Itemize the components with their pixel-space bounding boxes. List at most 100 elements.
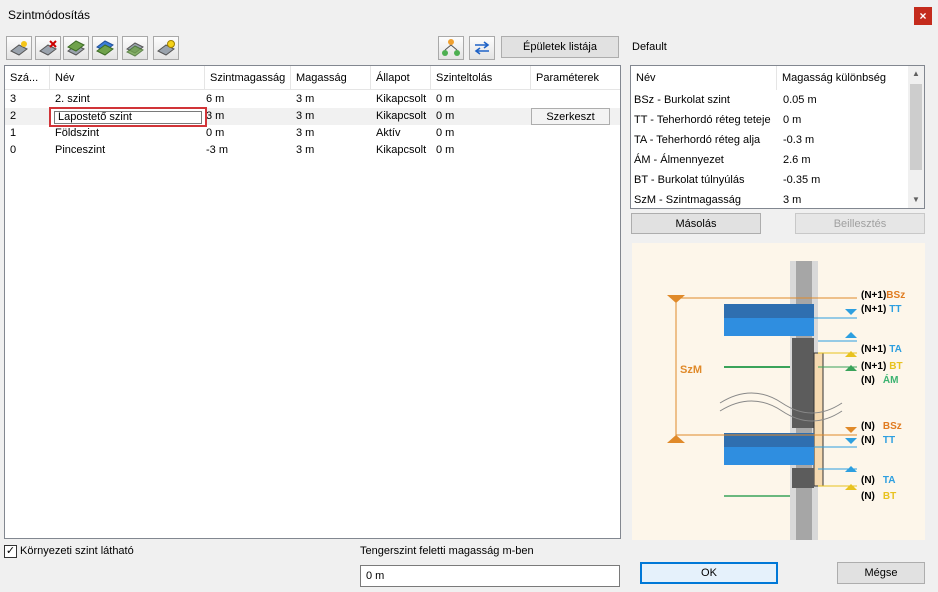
col-height[interactable]: Magasság [291,66,371,90]
lower-slab-shape [724,447,814,465]
name-edit-input[interactable]: Lapostető szint [54,111,202,124]
diagram-code: TT [889,304,901,315]
col-offset[interactable]: Szinteltolás [431,66,531,90]
cell-offset: 0 m [436,110,455,122]
table-row[interactable]: 0 Pinceszint -3 m 3 m Kikapcsolt 0 m [5,142,620,159]
insert-level-below-button[interactable] [92,36,118,60]
paste-button: Beillesztés [795,213,925,234]
prop-value: -0.35 m [783,174,821,186]
levels-grid: Szá... Név Szintmagasság Magasság Állapo… [4,65,621,539]
edit-level-icon [126,42,144,57]
cell-level-height: -3 m [206,144,228,156]
properties-scrollbar[interactable]: ▲ ▼ [908,66,924,208]
upper-slab-shape [724,318,814,336]
ok-button[interactable]: OK [640,562,778,584]
list-item[interactable]: BT - Burkolat túlnyúlás -0.35 m [631,170,909,190]
svg-text:(N+1)BSz: (N+1)BSz [861,290,905,301]
cell-state: Kikapcsolt [376,144,427,156]
list-item[interactable]: ÁM - Álmennyezet 2.6 m [631,150,909,170]
marker-icon [845,332,857,338]
edit-parameters-button[interactable]: Szerkeszt [531,108,610,125]
col-prop-name[interactable]: Név [631,66,777,90]
delete-level-button[interactable] [35,36,61,60]
diagram-prefix: (N) [861,421,875,432]
svg-text:(N+1)TT: (N+1) TT [861,304,902,315]
cell-number: 1 [10,127,17,139]
buildings-list-button[interactable]: Épületek listája [501,36,619,58]
height-top-marker [667,295,685,303]
close-button[interactable]: × [914,7,932,25]
copy-button[interactable]: Másolás [631,213,761,234]
scroll-thumb[interactable] [910,84,922,170]
diagram-prefix: (N+1) [861,290,886,301]
cell-level-height: 0 m [206,127,225,139]
col-name[interactable]: Név [50,66,205,90]
cell-offset: 0 m [436,127,455,139]
properties-grid: Név Magasság különbség BSz - Burkolat sz… [630,65,925,209]
upper-beam-shape [792,338,814,428]
level-diagram-svg: SzM (N+1)BSz (N+1) TT (N+1) TA (N+1) BT (N)… [667,261,905,543]
profile-name: Default [632,41,667,53]
prop-name: TA - Teherhordó réteg alja [634,134,761,146]
marker-icon [845,309,857,315]
col-number[interactable]: Szá... [5,66,50,90]
col-level-height[interactable]: Szintmagasság [205,66,291,90]
hierarchy-button[interactable] [438,36,464,60]
cancel-button[interactable]: Mégse [837,562,925,584]
svg-text:(N)TA: (N) TA [861,475,895,486]
insert-level-below-icon [96,40,114,56]
table-row[interactable]: 1 Földszint 0 m 3 m Aktív 0 m [5,125,620,142]
cell-offset: 0 m [436,93,455,105]
diagram-prefix: (N) [861,475,875,486]
swap-arrows-icon [474,41,490,55]
diagram-prefix: (N+1) [861,361,886,372]
upper-floor-shape [724,304,814,318]
level-settings-button[interactable] [153,36,179,60]
cell-height: 3 m [296,144,315,156]
prop-name: SzM - Szintmagasság [634,194,741,206]
height-label: SzM [680,364,702,376]
cell-state: Aktív [376,127,401,139]
add-level-icon [10,41,28,56]
list-item[interactable]: BSz - Burkolat szint 0.05 m [631,90,909,110]
add-level-button[interactable] [6,36,32,60]
cell-name: 2. szint [55,93,90,105]
diagram-code: BSz [883,421,902,432]
delete-level-icon [39,40,57,56]
col-prop-value[interactable]: Magasság különbség [777,66,909,90]
cell-number: 0 [10,144,17,156]
cell-state: Kikapcsolt [376,93,427,105]
diagram-code: BSz [886,290,905,301]
insert-level-above-button[interactable] [63,36,89,60]
col-parameters[interactable]: Paraméterek [531,66,611,90]
cell-height: 3 m [296,127,315,139]
env-level-label[interactable]: Környezeti szint látható [20,545,134,557]
diagram-code: TA [889,344,902,355]
swap-button[interactable] [469,36,495,60]
cell-height: 3 m [296,93,315,105]
marker-icon [845,484,857,490]
list-item[interactable]: TA - Teherhordó réteg alja -0.3 m [631,130,909,150]
scroll-up-icon[interactable]: ▲ [908,66,924,82]
prop-name: TT - Teherhordó réteg teteje [634,114,771,126]
scroll-down-icon[interactable]: ▼ [908,192,924,208]
diagram-prefix: (N) [861,375,875,386]
svg-text:(N)BSz: (N) BSz [861,421,902,432]
cell-name: Pinceszint [55,144,106,156]
marker-icon [845,365,857,371]
lower-beam-shape [792,468,814,488]
marker-icon [845,427,857,433]
diagram-prefix: (N+1) [861,344,886,355]
cell-offset: 0 m [436,144,455,156]
diagram-code: BT [889,361,902,372]
svg-text:(N)BT: (N) BT [861,491,896,502]
cell-state: Kikapcsolt [376,110,427,122]
env-level-checkbox[interactable]: ✓ [4,545,17,558]
col-state[interactable]: Állapot [371,66,431,90]
table-row[interactable]: 3 2. szint 6 m 3 m Kikapcsolt 0 m [5,91,620,108]
list-item[interactable]: TT - Teherhordó réteg teteje 0 m [631,110,909,130]
list-item[interactable]: SzM - Szintmagasság 3 m [631,190,909,210]
edit-level-button[interactable] [122,36,148,60]
sea-level-input[interactable]: 0 m [360,565,620,587]
cell-level-height: 6 m [206,93,225,105]
